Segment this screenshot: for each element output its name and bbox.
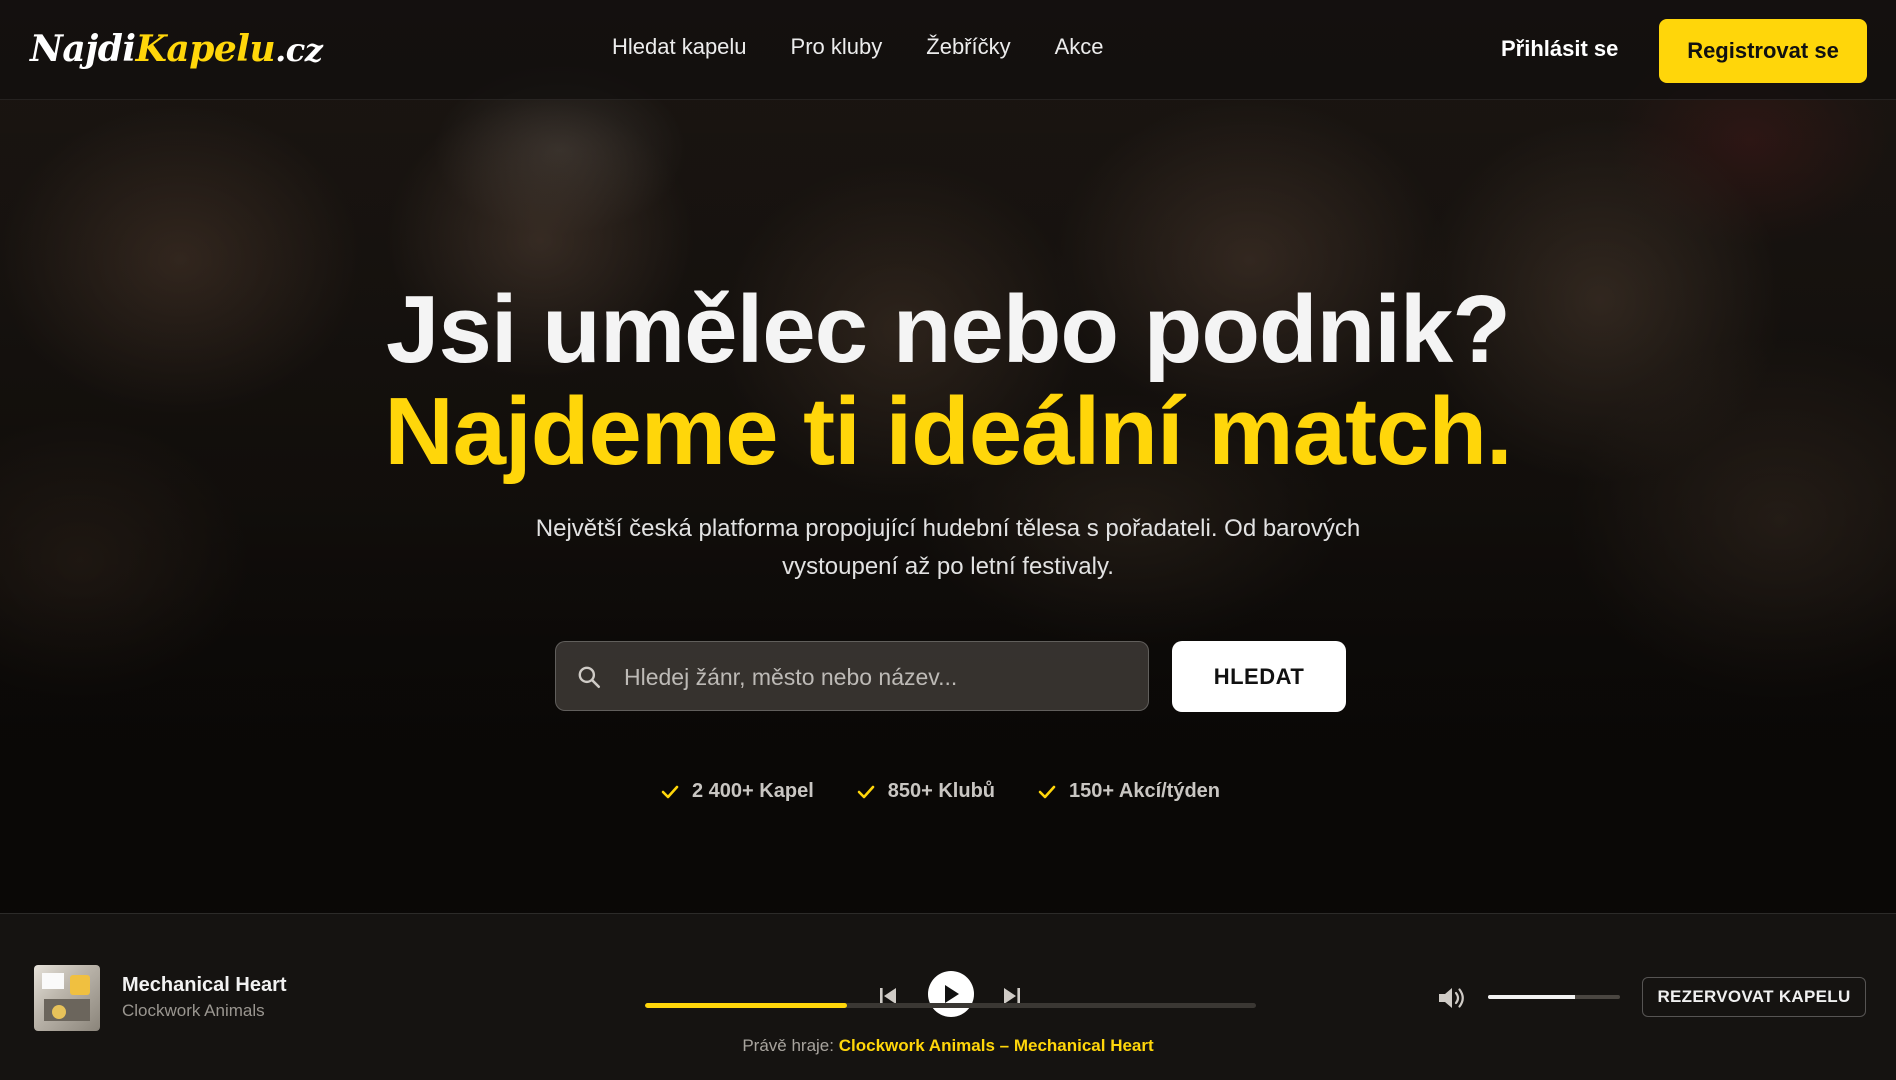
hero-headline-accent: Najdeme ti ideální match. xyxy=(384,378,1512,485)
check-icon xyxy=(857,785,875,798)
stats-list: 2 400+ Kapel 850+ Klubů 150+ Akcí/týden xyxy=(660,780,1220,803)
progress-fill xyxy=(645,1003,847,1008)
nav-links: Hledat kapelu Pro kluby Žebříčky Akce xyxy=(612,34,1104,60)
book-band-button[interactable]: REZERVOVAT KAPELU xyxy=(1642,977,1866,1017)
album-cover[interactable] xyxy=(34,965,100,1031)
volume-slider[interactable] xyxy=(1488,995,1620,999)
logo-part-domain: .cz xyxy=(275,31,323,69)
track-title[interactable]: Mechanical Heart xyxy=(122,974,287,997)
logo-part-najdi: Najdi xyxy=(30,28,136,70)
search-box xyxy=(555,641,1149,712)
cover-shape xyxy=(52,1005,66,1019)
page: NajdiKapelu.cz Hledat kapelu Pro kluby Ž… xyxy=(0,0,1896,1080)
play-button[interactable] xyxy=(928,971,974,1017)
nav-link-akce[interactable]: Akce xyxy=(1055,34,1104,60)
now-playing-label: Právě hraje: xyxy=(742,1036,834,1055)
check-icon xyxy=(661,785,679,798)
cover-shape xyxy=(70,975,90,995)
search-icon xyxy=(578,666,601,689)
top-nav: NajdiKapelu.cz Hledat kapelu Pro kluby Ž… xyxy=(0,0,1896,100)
volume-fill xyxy=(1488,995,1576,999)
now-playing: Právě hraje: Clockwork Animals – Mechani… xyxy=(0,1036,1896,1056)
logo-part-kapelu: Kapelu xyxy=(135,28,276,70)
register-button[interactable]: Registrovat se xyxy=(1659,19,1867,83)
stat-label: 150+ Akcí/týden xyxy=(1069,780,1221,802)
music-player: Mechanical Heart Clockwork Animals Právě… xyxy=(0,913,1896,1080)
progress-bar[interactable] xyxy=(645,1003,1256,1008)
login-link[interactable]: Přihlásit se xyxy=(1501,36,1618,62)
hero-subtitle: Největší česká platforma propojující hud… xyxy=(535,515,1361,580)
nav-link-hledat-kapelu[interactable]: Hledat kapelu xyxy=(612,34,747,60)
stat-label: 850+ Klubů xyxy=(887,780,996,802)
volume-icon[interactable] xyxy=(1436,984,1468,1012)
now-playing-track[interactable]: Clockwork Animals – Mechanical Heart xyxy=(839,1036,1154,1055)
stat-label: 2 400+ Kapel xyxy=(692,780,814,802)
cover-shape xyxy=(42,973,64,989)
search-button[interactable]: HLEDAT xyxy=(1172,641,1346,712)
cover-shape xyxy=(44,999,90,1021)
nav-link-pro-kluby[interactable]: Pro kluby xyxy=(791,34,883,60)
check-icon xyxy=(1038,785,1056,798)
stat-item: 2 400+ Kapel xyxy=(660,780,814,803)
stat-item: 150+ Akcí/týden xyxy=(1037,780,1220,803)
stat-item: 850+ Klubů xyxy=(856,780,995,803)
track-artist[interactable]: Clockwork Animals xyxy=(122,1001,265,1021)
search-input[interactable] xyxy=(622,642,1136,712)
nav-link-zebricky[interactable]: Žebříčky xyxy=(926,34,1010,60)
play-icon xyxy=(945,985,959,1003)
logo[interactable]: NajdiKapelu.cz xyxy=(30,26,323,73)
